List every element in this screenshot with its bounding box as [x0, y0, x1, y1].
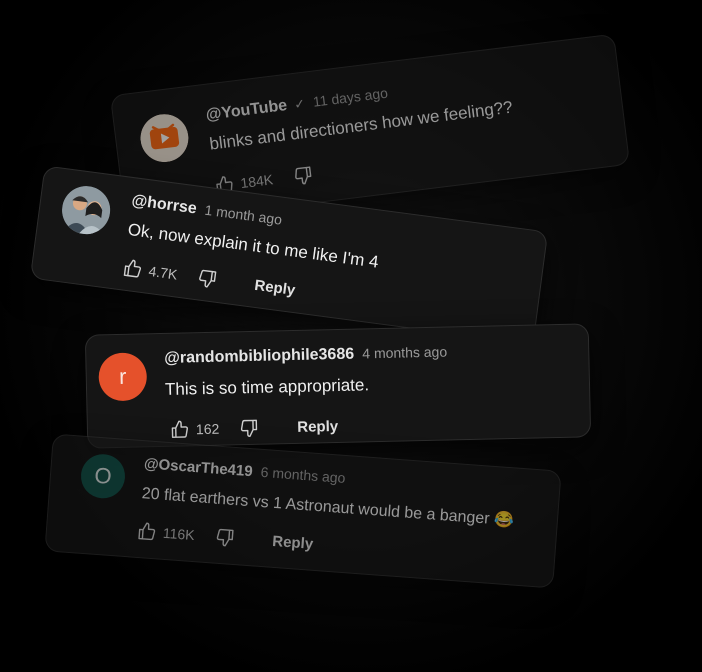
youtube-logo-icon	[140, 114, 189, 163]
avatar[interactable]: r	[98, 352, 148, 402]
thumbs-down-icon	[216, 528, 234, 547]
comment-time[interactable]: 11 days ago	[312, 85, 389, 110]
comment-actions: 4.7K Reply	[122, 258, 297, 300]
thumbs-down-icon	[294, 166, 312, 185]
comment-author[interactable]: @OscarThe419	[143, 455, 253, 480]
comment-card-randombibliophile3686: r @randombibliophile3686 4 months ago Th…	[84, 323, 592, 449]
couple-photo-icon	[59, 183, 114, 238]
like-button[interactable]	[136, 521, 157, 542]
comment-time[interactable]: 6 months ago	[260, 464, 346, 486]
comment-actions: 162 Reply	[170, 416, 339, 440]
comment-text: 20 flat earthers vs 1 Astronaut would be…	[141, 485, 515, 530]
comment-stack: @YouTube ✓ 11 days ago blinks and direct…	[0, 0, 702, 672]
reply-button[interactable]: Reply	[272, 532, 314, 552]
comment-card-oscarthe419: O @OscarThe419 6 months ago 20 flat eart…	[44, 433, 562, 589]
avatar-letter: r	[118, 363, 127, 389]
verified-icon: ✓	[293, 95, 306, 112]
like-count: 162	[195, 420, 220, 438]
avatar[interactable]	[59, 183, 114, 238]
dislike-button[interactable]	[214, 527, 235, 548]
comment-author[interactable]: @randombibliophile3686	[164, 346, 354, 367]
avatar[interactable]: O	[79, 452, 127, 500]
dislike-button[interactable]	[239, 418, 259, 438]
comment-text: This is so time appropriate.	[164, 375, 370, 399]
like-count: 4.7K	[147, 262, 179, 283]
like-button[interactable]	[170, 419, 190, 439]
comment-meta: @OscarThe419 6 months ago	[143, 455, 346, 487]
reply-button[interactable]: Reply	[254, 276, 297, 298]
comment-meta: @randombibliophile3686 4 months ago	[164, 344, 447, 368]
comment-actions: 116K Reply	[136, 521, 314, 554]
avatar-letter: O	[93, 462, 113, 489]
dislike-button[interactable]	[196, 267, 218, 289]
thumbs-down-icon	[241, 419, 258, 438]
comment-time[interactable]: 4 months ago	[362, 344, 447, 362]
thumbs-down-icon	[198, 269, 217, 288]
avatar[interactable]	[137, 111, 192, 165]
comment-author[interactable]: @horrse	[131, 192, 198, 217]
dislike-button[interactable]	[292, 164, 314, 186]
thumbs-up-icon	[138, 522, 156, 541]
thumbs-up-icon	[123, 259, 142, 278]
thumbs-up-icon	[171, 420, 188, 438]
like-button[interactable]	[122, 258, 144, 280]
like-count: 184K	[239, 171, 274, 192]
like-count: 116K	[162, 524, 196, 544]
comment-author[interactable]: @YouTube	[205, 97, 288, 124]
reply-button[interactable]: Reply	[297, 418, 338, 436]
comment-time[interactable]: 1 month ago	[204, 202, 283, 228]
